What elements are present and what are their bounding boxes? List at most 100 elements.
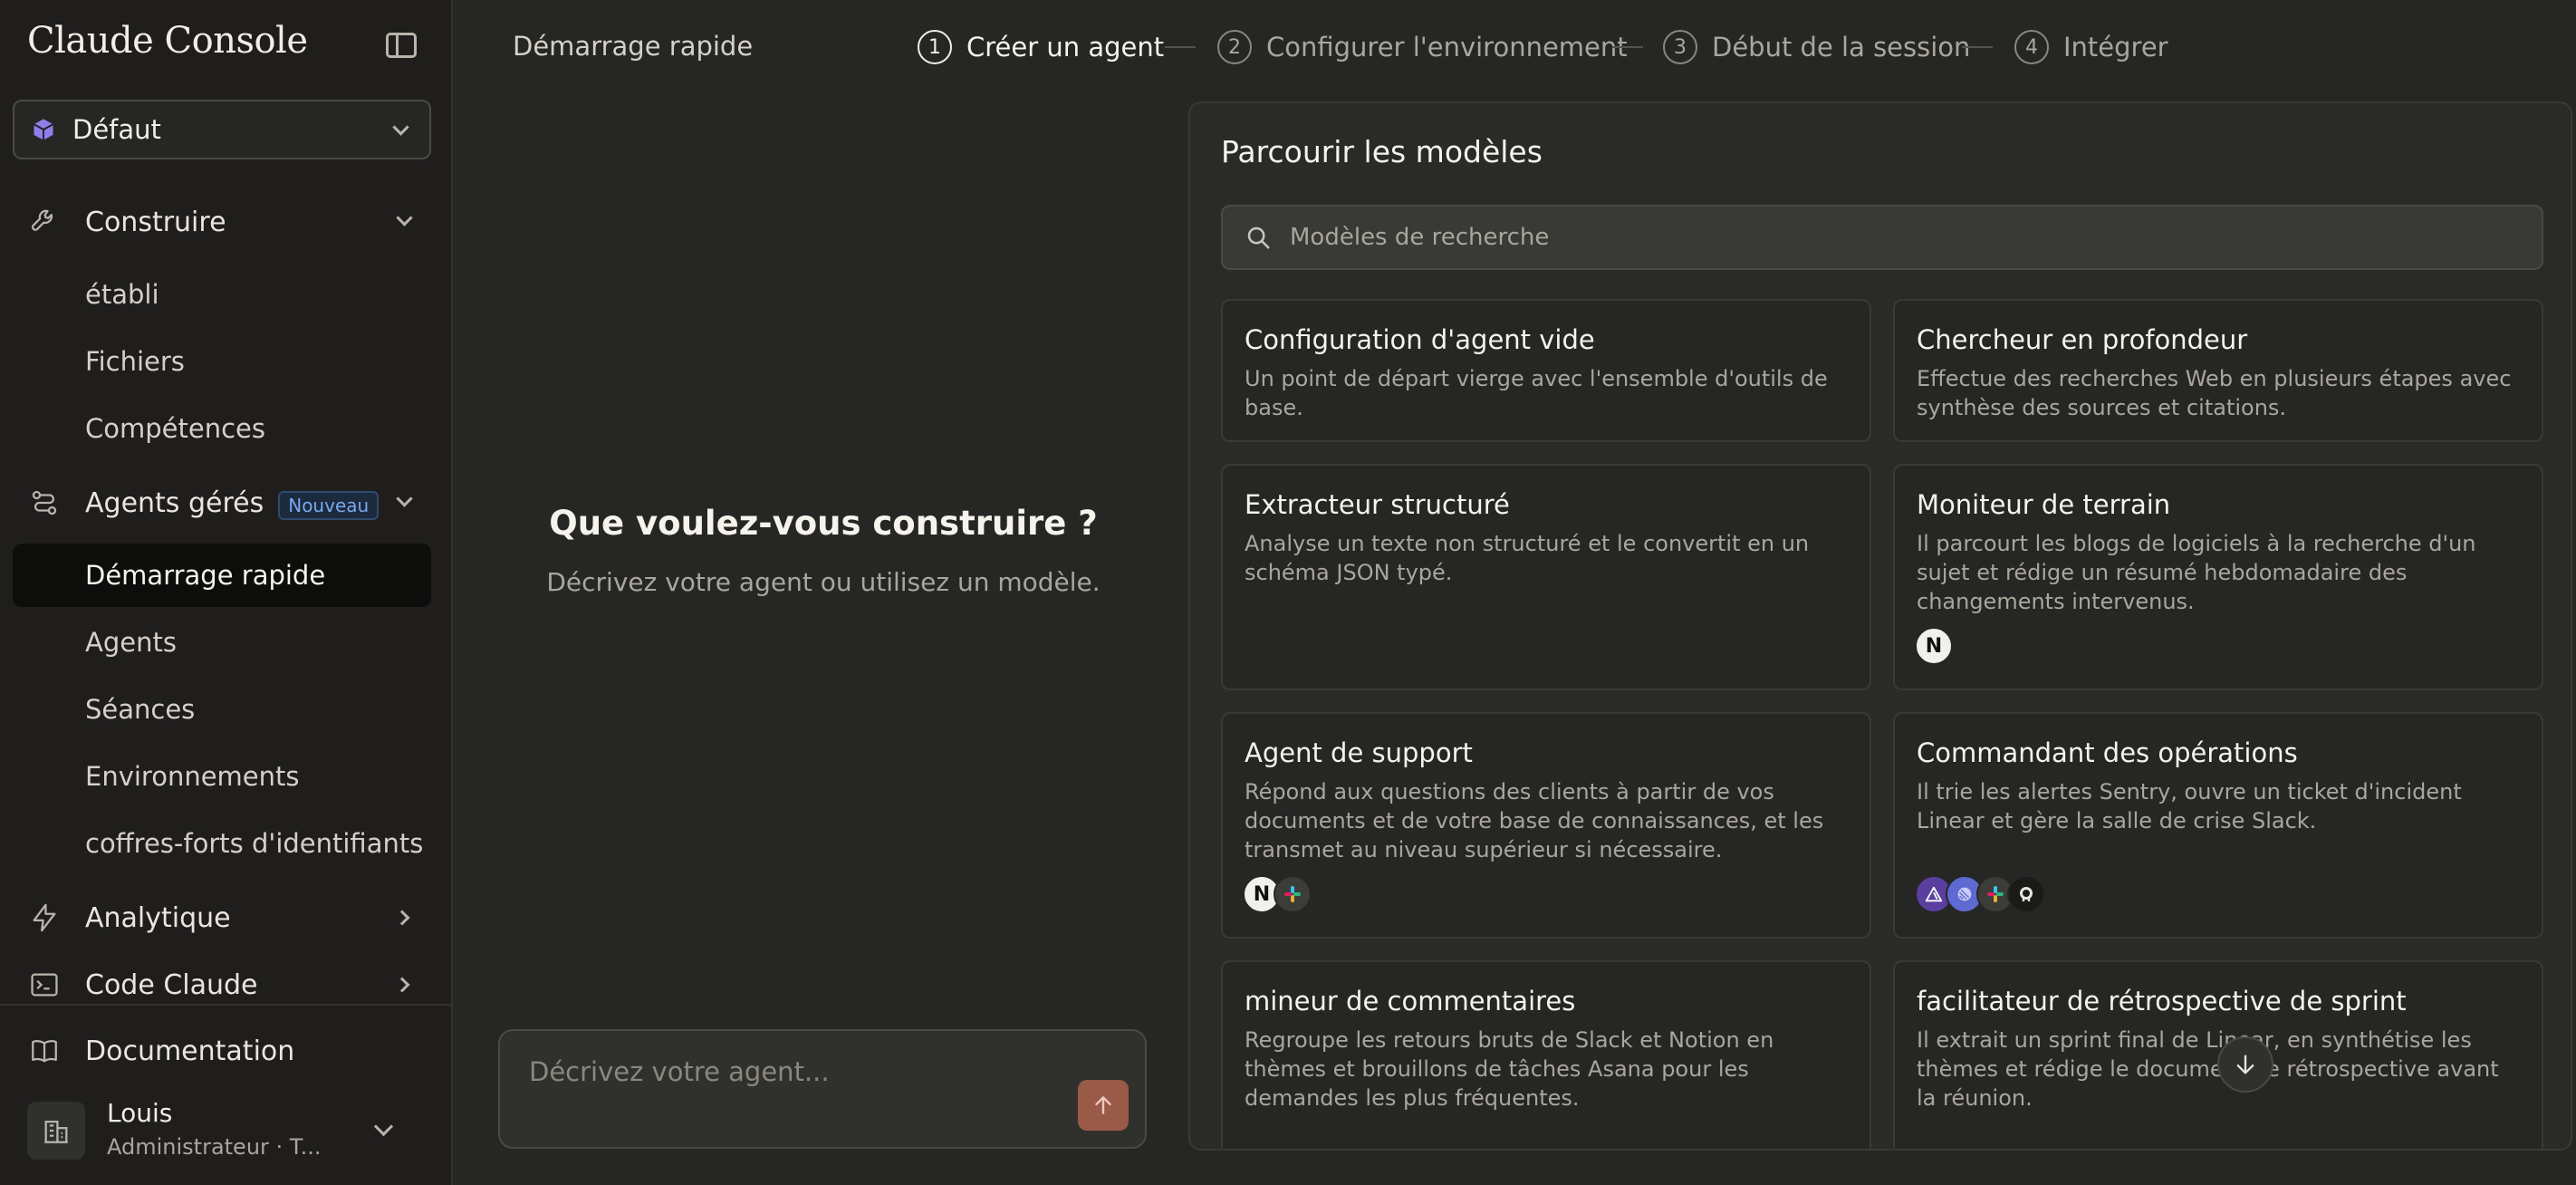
step-number: 2: [1217, 30, 1252, 64]
sidebar-item-label: Séances: [85, 694, 196, 725]
user-role: Administrateur · T...: [107, 1134, 322, 1160]
nav-section-managed-agents[interactable]: Agents gérés Nouveau: [0, 471, 453, 535]
scroll-down-button[interactable]: [2217, 1036, 2273, 1093]
integration-icons: [1915, 875, 2045, 913]
slack-glyph: [1987, 886, 2004, 902]
chevron-down-icon: [392, 119, 409, 136]
template-title: Moniteur de terrain: [1917, 489, 2171, 520]
agent-description-input[interactable]: Décrivez votre agent...: [529, 1056, 830, 1087]
integration-icons: N: [1243, 875, 1312, 913]
sidebar-toggle-icon[interactable]: [386, 33, 417, 58]
notion-icon: N: [1915, 627, 1953, 665]
step-separator: [1612, 46, 1643, 48]
search-icon: [1247, 226, 1270, 249]
chevron-down-icon: [396, 490, 413, 507]
template-card[interactable]: Agent de support Répond aux questions de…: [1221, 712, 1871, 939]
templates-title: Parcourir les modèles: [1221, 134, 1543, 169]
sidebar-item-workbench[interactable]: établi: [13, 263, 431, 326]
template-card[interactable]: Extracteur structuré Analyse un texte no…: [1221, 464, 1871, 690]
brand-logo: Claude Console: [27, 20, 308, 62]
step-label: Créer un agent: [966, 32, 1165, 63]
template-title: facilitateur de rétrospective de sprint: [1917, 986, 2407, 1016]
template-title: Extracteur structuré: [1245, 489, 1510, 520]
sidebar-divider: [0, 1004, 453, 1006]
nav-section-analytics[interactable]: Analytique: [0, 886, 453, 949]
building-icon: [44, 1120, 68, 1143]
workflow-icon: [32, 490, 57, 515]
cube-icon: [34, 119, 53, 140]
step-configure-environment[interactable]: 2 Configurer l'environnement: [1217, 27, 1628, 67]
template-title: Agent de support: [1245, 737, 1473, 768]
step-start-session[interactable]: 3 Début de la session: [1663, 27, 1970, 67]
search-placeholder: Modèles de recherche: [1290, 224, 1550, 251]
step-number: 4: [2014, 30, 2049, 64]
page-title: Démarrage rapide: [513, 31, 754, 62]
template-card[interactable]: Configuration d'agent vide Un point de d…: [1221, 299, 1871, 442]
linear-glyph: [1957, 887, 1972, 901]
step-label: Intégrer: [2063, 32, 2168, 63]
sidebar-item-label: Démarrage rapide: [85, 560, 326, 591]
template-card[interactable]: Commandant des opérations Il trie les al…: [1893, 712, 2543, 939]
template-title: Commandant des opérations: [1917, 737, 2298, 768]
account-menu-chevron-icon[interactable]: [373, 1116, 394, 1137]
sidebar-item-label: Compétences: [85, 413, 265, 444]
sidebar-item-agents[interactable]: Agents: [13, 611, 431, 674]
sidebar-item-skills[interactable]: Compétences: [13, 397, 431, 460]
step-label: Configurer l'environnement: [1266, 32, 1628, 63]
templates-panel: Parcourir les modèles Modèles de recherc…: [1188, 101, 2572, 1151]
prompt-subheading: Décrivez votre agent ou utilisez un modè…: [546, 567, 1101, 597]
console-app: Claude Console Défaut Construire établi …: [0, 0, 2576, 1185]
sidebar-item-label: Fichiers: [85, 346, 185, 377]
template-card[interactable]: mineur de commentaires Regroupe les reto…: [1221, 960, 1871, 1149]
workspace-selector[interactable]: Défaut: [13, 100, 431, 159]
step-separator: [1165, 46, 1196, 48]
book-icon: [32, 1040, 57, 1063]
sidebar-item-label: Environnements: [85, 761, 300, 792]
step-number: 3: [1663, 30, 1697, 64]
step-create-agent[interactable]: 1 Créer un agent: [918, 27, 1164, 67]
send-button[interactable]: [1078, 1080, 1129, 1131]
template-description: Un point de départ vierge avec l'ensembl…: [1245, 366, 1828, 420]
wrench-icon: [31, 209, 53, 231]
agent-description-composer[interactable]: Décrivez votre agent...: [498, 1029, 1147, 1149]
template-card[interactable]: Chercheur en profondeur Effectue des rec…: [1893, 299, 2543, 442]
template-description: Analyse un texte non structuré et le con…: [1245, 531, 1810, 585]
chevron-right-icon: [394, 977, 410, 993]
step-number: 1: [918, 30, 952, 64]
template-description: Regroupe les retours bruts de Slack et N…: [1245, 1027, 1774, 1111]
sidebar-item-label: établi: [85, 279, 159, 310]
nav-section-label: Construire: [85, 206, 226, 238]
chevron-down-icon: [396, 209, 413, 226]
nav-section-label: Analytique: [85, 901, 231, 934]
template-description: Effectue des recherches Web en plusieurs…: [1917, 366, 2512, 420]
template-search-input[interactable]: Modèles de recherche: [1221, 205, 2543, 270]
sidebar-item-quickstart[interactable]: Démarrage rapide: [13, 544, 431, 607]
sentry-glyph: [1925, 886, 1943, 902]
nav-section-title: Agents gérés: [85, 487, 264, 519]
sidebar-item-environments[interactable]: Environnements: [13, 745, 431, 808]
sidebar-item-files[interactable]: Fichiers: [13, 330, 431, 393]
template-card[interactable]: Moniteur de terrain Il parcourt les blog…: [1893, 464, 2543, 690]
nav-section-label: Code Claude: [85, 968, 258, 1001]
lightning-icon: [33, 903, 56, 932]
nav-section-documentation[interactable]: Documentation: [0, 1019, 453, 1083]
github-icon: [2007, 875, 2045, 913]
organization-avatar[interactable]: [27, 1102, 85, 1160]
sidebar-item-sessions[interactable]: Séances: [13, 678, 431, 741]
step-integrate[interactable]: 4 Intégrer: [2014, 27, 2168, 67]
github-glyph: [2020, 887, 2033, 901]
sidebar-item-label: coffres-forts d'identifiants: [85, 828, 424, 859]
nav-section-label: Agents gérés Nouveau: [85, 487, 380, 520]
integration-icons: N: [1915, 627, 1953, 665]
nav-section-build[interactable]: Construire: [0, 190, 453, 254]
chevron-right-icon: [394, 910, 410, 926]
user-name: Louis: [107, 1098, 173, 1128]
step-label: Début de la session: [1712, 32, 1971, 63]
step-separator: [1962, 46, 1993, 48]
prompt-heading: Que voulez-vous construire ?: [549, 504, 1098, 543]
template-description: Il parcourt les blogs de logiciels à la …: [1917, 531, 2476, 614]
slack-icon: [1274, 875, 1312, 913]
nav-section-claude-code[interactable]: Code Claude: [0, 953, 453, 1016]
sidebar-item-credential-vaults[interactable]: coffres-forts d'identifiants: [13, 812, 431, 875]
nav-section-label: Documentation: [85, 1035, 295, 1067]
